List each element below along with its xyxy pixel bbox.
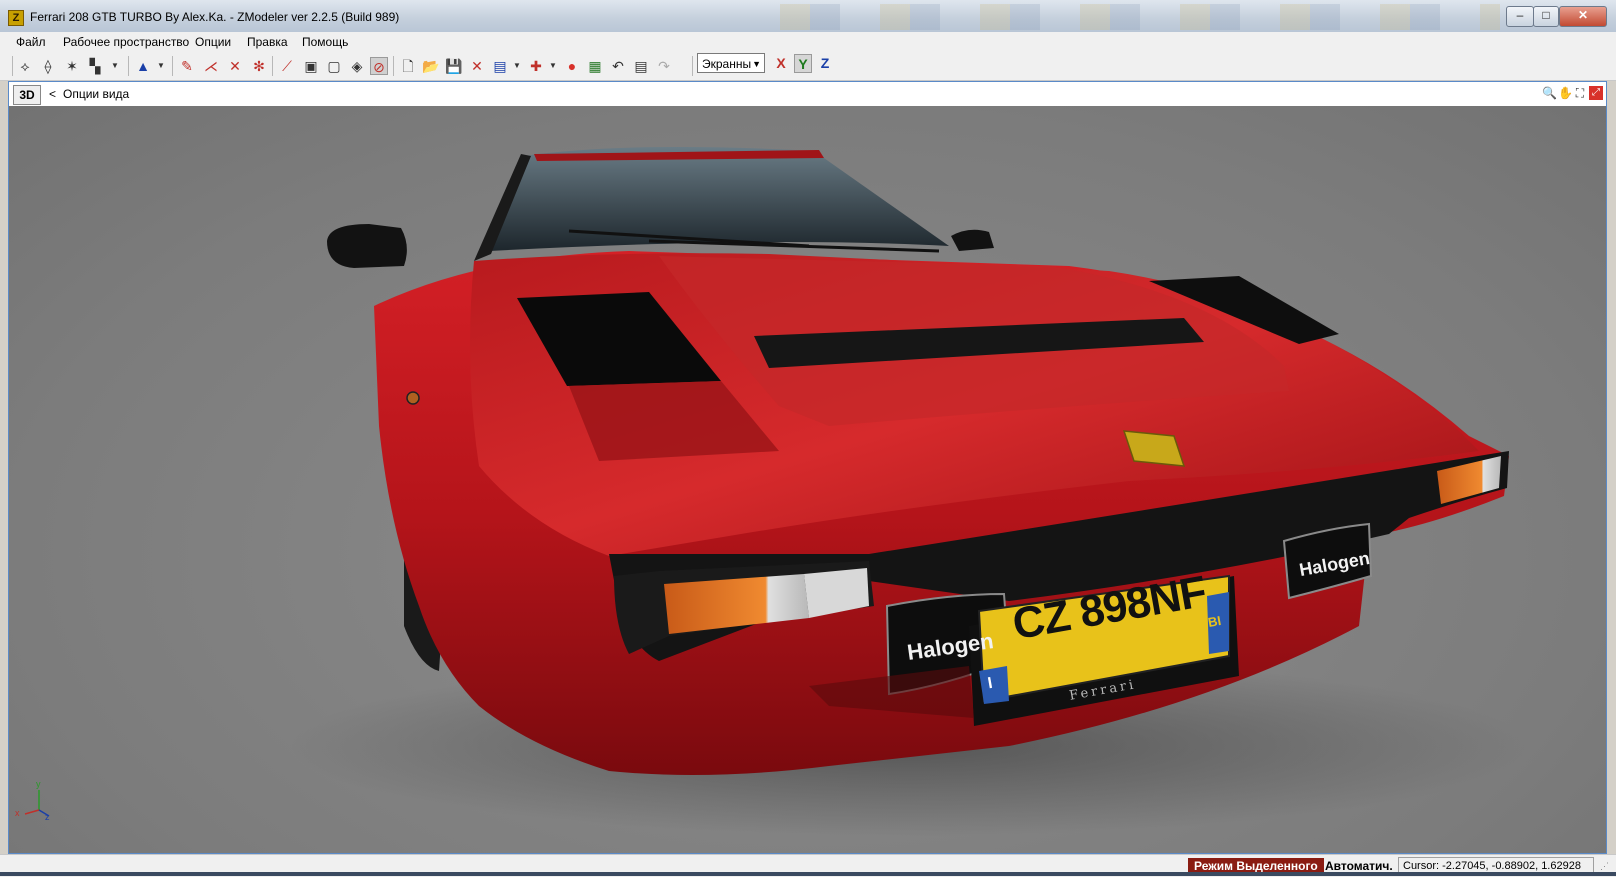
pan-hand-icon[interactable]: ✋ xyxy=(1558,86,1573,100)
menu-help[interactable]: Помощь xyxy=(302,35,348,49)
pyramid-primitive-icon[interactable]: ▲ xyxy=(134,57,152,75)
toolbar-separator xyxy=(692,56,693,76)
title-bar: Z Ferrari 208 GTB TURBO By Alex.Ka. - ZM… xyxy=(0,0,1616,32)
select-vertex-icon[interactable]: ⟡ xyxy=(16,57,34,75)
axis-z-toggle[interactable]: Z xyxy=(816,54,834,73)
open-folder-icon[interactable]: 📂 xyxy=(422,57,440,75)
redo-icon[interactable]: ↷ xyxy=(655,57,673,75)
maximize-button[interactable]: □ xyxy=(1533,6,1559,27)
close-button[interactable]: ✕ xyxy=(1559,6,1607,27)
dropdown-arrow-icon[interactable]: ▼ xyxy=(106,57,124,75)
resize-grip-icon[interactable]: ⋰ xyxy=(1600,861,1609,872)
cube-mode-icon[interactable]: ▢ xyxy=(325,57,343,75)
box-mode-icon[interactable]: ▣ xyxy=(302,57,320,75)
weld-icon[interactable]: ✎ xyxy=(178,57,196,75)
multi-cut-icon[interactable]: ✻ xyxy=(250,57,268,75)
vertex-mode-icon[interactable]: ⟋ xyxy=(278,57,296,75)
undo-icon[interactable]: ↶ xyxy=(609,57,627,75)
view-options-label[interactable]: Опции вида xyxy=(63,87,129,101)
axis-x-toggle[interactable]: X xyxy=(772,54,790,73)
plate-province-code: BI xyxy=(1206,612,1223,631)
menu-edit[interactable]: Правка xyxy=(247,35,288,49)
object-mode-icon[interactable]: ◈ xyxy=(348,57,366,75)
tools-icon[interactable]: ✚ xyxy=(527,57,545,75)
dropdown-arrow-icon[interactable]: ▼ xyxy=(544,57,562,75)
chevron-down-icon: ▼ xyxy=(752,59,761,69)
material-sphere-icon[interactable]: ● xyxy=(563,57,581,75)
import-icon[interactable]: ▤ xyxy=(491,57,509,75)
menu-file[interactable]: Файл xyxy=(16,35,46,49)
taskbar-edge xyxy=(0,872,1616,876)
toolbar-separator xyxy=(393,56,394,76)
dropdown-arrow-icon[interactable]: ▼ xyxy=(508,57,526,75)
viewport-mode-button[interactable]: 3D xyxy=(13,85,41,105)
menu-options[interactable]: Опции xyxy=(195,35,231,49)
screen-mode-value: Экранны xyxy=(702,57,752,71)
select-edge-icon[interactable]: ⟠ xyxy=(39,57,57,75)
maximize-viewport-icon[interactable]: ⤢ xyxy=(1589,86,1603,100)
toolbar-separator xyxy=(12,56,13,76)
screen-mode-select[interactable]: Экранны ▼ xyxy=(697,53,765,73)
title-bar-background xyxy=(740,4,1500,30)
menu-workspace[interactable]: Рабочее пространство xyxy=(63,35,189,49)
new-file-icon[interactable]: 🗋 xyxy=(399,57,417,75)
zoom-icon[interactable]: 🔍 xyxy=(1542,86,1557,100)
delete-icon[interactable]: ✕ xyxy=(468,57,486,75)
toolbar-separator xyxy=(172,56,173,76)
minimize-button[interactable]: ‒ xyxy=(1506,6,1534,27)
toolbar-separator xyxy=(272,56,273,76)
gizmo-y-label: y xyxy=(36,779,41,789)
ferrari-model-render xyxy=(24,147,1529,836)
viewport-3d[interactable]: 3D < Опции вида 🔍 ✋ ⛶ ⤢ CZ 898NF I BI Fe… xyxy=(8,81,1607,854)
split-icon[interactable]: ⋌ xyxy=(202,57,220,75)
viewport-back-arrow[interactable]: < xyxy=(49,87,56,101)
axis-y-toggle[interactable]: Y xyxy=(794,54,812,73)
fit-view-icon[interactable]: ⛶ xyxy=(1573,86,1587,100)
pose-figure-icon[interactable]: ✶ xyxy=(63,57,81,75)
hide-mode-icon[interactable]: ⊘ xyxy=(370,57,388,75)
viewport-header: 3D < Опции вида 🔍 ✋ ⛶ ⤢ xyxy=(9,82,1606,107)
toolbar-separator xyxy=(128,56,129,76)
properties-icon[interactable]: ▤ xyxy=(632,57,650,75)
save-icon[interactable]: 💾 xyxy=(445,57,463,75)
cross-cut-icon[interactable]: ✕ xyxy=(226,57,244,75)
gizmo-x-label: x xyxy=(15,808,20,818)
gizmo-z-label: z xyxy=(45,812,50,822)
menu-bar: Файл Рабочее пространство Опции Правка П… xyxy=(0,32,1616,52)
render-scene[interactable]: CZ 898NF I BI Ferrari Halogen Halogen y … xyxy=(9,106,1606,853)
dropdown-arrow-icon[interactable]: ▼ xyxy=(152,57,170,75)
texture-icon[interactable]: ▦ xyxy=(586,57,604,75)
window-title: Ferrari 208 GTB TURBO By Alex.Ka. - ZMod… xyxy=(30,10,400,24)
select-group-icon[interactable]: ▚ xyxy=(86,57,104,75)
zmodeler-app-icon[interactable]: Z xyxy=(8,10,24,26)
